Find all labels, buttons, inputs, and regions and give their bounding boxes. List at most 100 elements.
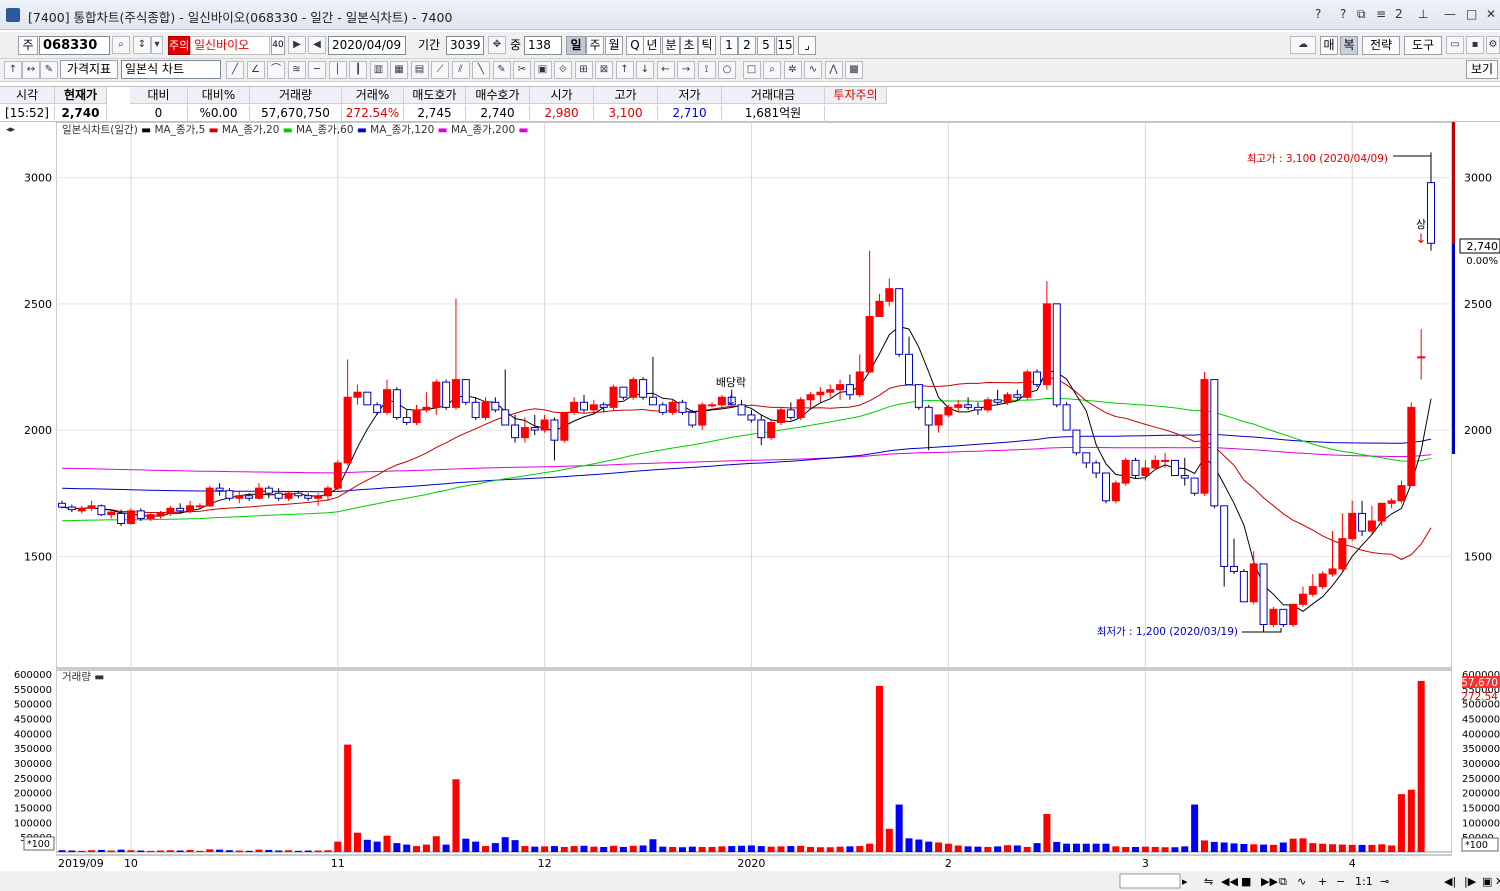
volume-bar — [935, 842, 943, 852]
market-select[interactable]: 주 — [18, 36, 38, 55]
volume-bar — [738, 845, 746, 852]
interval-3[interactable]: Q — [626, 36, 644, 55]
mark-icon[interactable]: ⟟ — [697, 61, 716, 79]
pen-icon[interactable]: ✎ — [492, 61, 511, 79]
price-indicator-button[interactable]: 가격지표 — [60, 60, 118, 79]
volume-bar — [944, 843, 952, 852]
question-icon[interactable]: ? — [1340, 7, 1346, 21]
grid2-icon[interactable]: ▦ — [390, 61, 408, 79]
edit-icon[interactable]: ✎ — [40, 61, 58, 79]
interval-6[interactable]: 초 — [680, 36, 698, 55]
pin-icon[interactable]: ⊥ — [1418, 7, 1428, 21]
volume-tick-right: 100000 — [1462, 818, 1500, 829]
search-icon[interactable]: ⌕ — [112, 36, 130, 54]
up-icon[interactable]: ↑ — [4, 61, 22, 79]
grid1-icon[interactable]: ▥ — [369, 61, 388, 79]
count-box: 40 — [271, 36, 285, 55]
vline-icon[interactable]: │ — [328, 61, 347, 79]
grid3-icon[interactable]: ▤ — [410, 61, 429, 79]
up-icon[interactable]: ↑ — [615, 61, 634, 79]
interval-2[interactable]: 월 — [605, 36, 623, 55]
x-tick-label: 2020 — [737, 857, 765, 870]
interval-1[interactable]: 주 — [586, 36, 604, 55]
candle-body — [934, 414, 943, 426]
volume-bar — [196, 850, 204, 852]
toolbar-button-0[interactable]: 매 — [1320, 36, 1338, 55]
angle-icon[interactable]: ∠ — [246, 61, 265, 79]
prev-icon[interactable]: ◀ — [308, 36, 326, 54]
window-icon[interactable]: ⧉ — [1357, 7, 1366, 22]
split-icon[interactable]: 2 — [1395, 7, 1403, 21]
date-input[interactable]: 2020/04/09 — [328, 36, 406, 55]
diag-icon[interactable]: ╲ — [472, 61, 490, 79]
minimize-icon[interactable]: — — [1444, 7, 1456, 21]
peak-icon[interactable]: ⋀ — [824, 61, 843, 79]
volume-bar — [1348, 844, 1356, 852]
fan-icon[interactable]: ≋ — [287, 61, 306, 79]
stock-name-field[interactable]: 일신바이오 — [190, 36, 270, 55]
next-icon[interactable]: ▶ — [288, 36, 306, 54]
amount-input[interactable]: 138 — [524, 36, 562, 55]
fill-icon[interactable]: ▩ — [845, 61, 863, 79]
right-icon[interactable]: → — [677, 61, 695, 79]
close-icon[interactable]: ✕ — [1486, 7, 1496, 21]
volume-bar — [482, 846, 490, 852]
strategy-button[interactable]: 전략 — [1362, 36, 1400, 55]
candle-body — [1111, 482, 1120, 502]
line-icon[interactable]: ╱ — [226, 61, 244, 79]
zoom-icon[interactable]: ⌕ — [763, 61, 781, 79]
wave-icon[interactable]: ∿ — [804, 61, 822, 79]
interval-11[interactable]: 15 — [776, 36, 794, 55]
rect-icon[interactable]: □ — [742, 61, 761, 79]
cross-icon[interactable]: ⊠ — [595, 61, 613, 79]
interval-5[interactable]: 분 — [662, 36, 680, 55]
toolbar-button-1[interactable]: 복 — [1340, 36, 1358, 55]
candle-body — [993, 399, 1002, 403]
resize-icon[interactable]: ↔ — [22, 61, 40, 79]
volume-bar — [442, 844, 450, 852]
volume-bar — [718, 846, 726, 852]
cut-icon[interactable]: ✂ — [513, 61, 531, 79]
trend-icon[interactable]: ⟋ — [431, 61, 449, 79]
interval-0[interactable]: 일 — [566, 36, 586, 55]
maximize-icon[interactable]: □ — [1466, 7, 1477, 21]
left-icon[interactable]: ← — [656, 61, 675, 79]
down-icon[interactable]: ↓ — [636, 61, 654, 79]
layout-icon[interactable]: ≡ — [1376, 7, 1386, 21]
stock-code-input[interactable]: 068330 — [39, 36, 110, 55]
folder-icon[interactable]: ▭ — [1446, 36, 1464, 54]
star-icon[interactable]: ✲ — [783, 61, 802, 79]
more-button[interactable]: ⌟ — [798, 36, 816, 55]
circle-icon[interactable]: ○ — [718, 61, 736, 79]
candle-body — [1269, 608, 1278, 626]
y-tick-label: 3000 — [24, 172, 52, 185]
interval-10[interactable]: 5 — [757, 36, 775, 55]
wrench-icon[interactable]: ⚙ — [1486, 36, 1500, 54]
zoom-icon[interactable]: ✥ — [488, 36, 506, 54]
arc-icon[interactable]: ⌒ — [267, 61, 285, 79]
save-icon[interactable]: ▪ — [1466, 36, 1484, 54]
hline-icon[interactable]: ─ — [308, 61, 326, 79]
tools-button[interactable]: 도구 — [1404, 36, 1442, 55]
candle-body — [225, 490, 234, 499]
sort-icon[interactable]: ↕ — [133, 36, 151, 54]
box-icon[interactable]: ▣ — [533, 61, 552, 79]
interval-9[interactable]: 2 — [738, 36, 756, 55]
vlines-icon[interactable]: ┃ — [349, 61, 367, 79]
candle-body — [1161, 459, 1170, 462]
plus-icon[interactable]: ⊞ — [574, 61, 593, 79]
chart-type-select[interactable]: 일본식 차트 — [121, 60, 221, 79]
interval-4[interactable]: 년 — [643, 36, 661, 55]
limit-up-label: 상 — [1416, 218, 1426, 231]
quote-value-1: 0 — [130, 105, 188, 122]
help-icon[interactable]: ? — [1315, 7, 1321, 21]
channel-icon[interactable]: ⫽ — [451, 61, 470, 79]
dropdown-icon[interactable]: ▾ — [151, 36, 163, 54]
poly-icon[interactable]: ⟐ — [554, 61, 572, 79]
cloud-icon[interactable]: ☁ — [1290, 36, 1316, 54]
view-button[interactable]: 보기 — [1466, 60, 1498, 79]
interval-8[interactable]: 1 — [720, 36, 738, 55]
period-input[interactable]: 3039 — [446, 36, 484, 55]
interval-7[interactable]: 틱 — [698, 36, 716, 55]
volume-bar — [1250, 844, 1258, 852]
